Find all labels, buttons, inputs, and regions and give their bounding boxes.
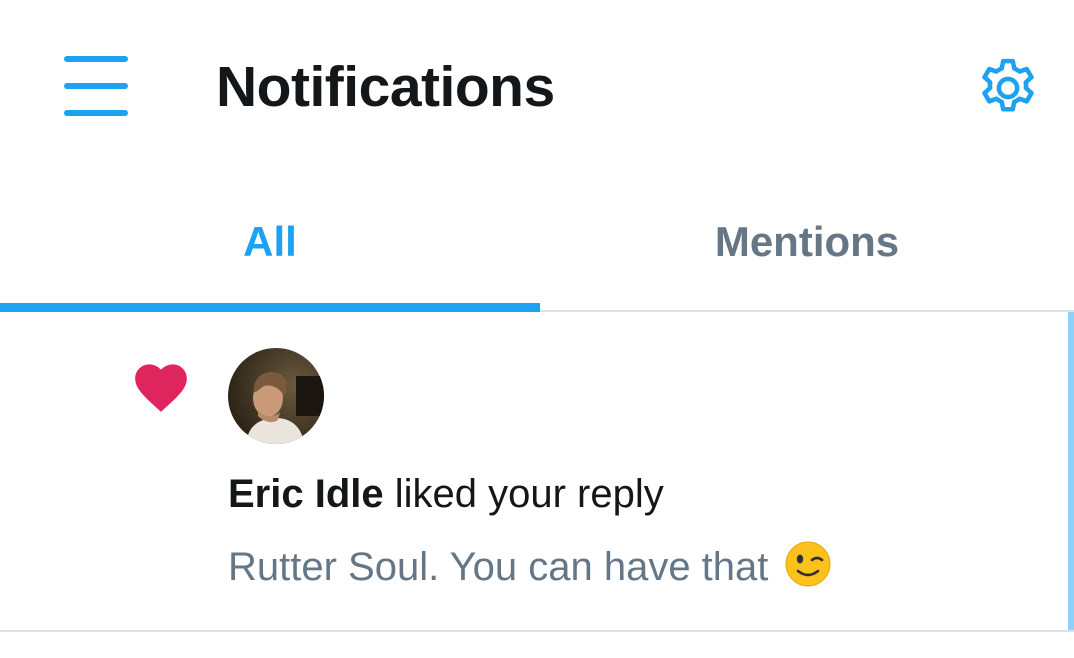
notification-item[interactable]: Eric Idle liked your reply Rutter Soul. … bbox=[0, 312, 1074, 632]
tab-all[interactable]: All bbox=[0, 176, 540, 312]
winking-face-emoji bbox=[785, 541, 831, 587]
settings-button[interactable] bbox=[962, 42, 1054, 134]
unread-indicator bbox=[1068, 312, 1074, 630]
notification-snippet-text: Rutter Soul. You can have that bbox=[228, 545, 769, 589]
notification-user-name[interactable]: Eric Idle bbox=[228, 472, 384, 516]
heart-icon bbox=[135, 364, 187, 412]
notification-tabs: All Mentions bbox=[0, 176, 1074, 312]
avatar-image bbox=[228, 348, 324, 444]
notification-action: liked your reply bbox=[394, 472, 664, 516]
notification-snippet: Rutter Soul. You can have that bbox=[228, 540, 832, 593]
tab-all-label: All bbox=[243, 218, 297, 265]
menu-button[interactable] bbox=[52, 42, 140, 130]
active-tab-indicator bbox=[0, 303, 540, 312]
tab-mentions-label: Mentions bbox=[714, 218, 900, 265]
gear-icon bbox=[982, 58, 1034, 112]
tab-mentions[interactable]: Mentions bbox=[540, 176, 1074, 310]
page-title: Notifications bbox=[216, 55, 555, 119]
app-header: Notifications bbox=[0, 0, 1074, 176]
hamburger-menu-icon bbox=[64, 56, 128, 116]
notification-text: Eric Idle liked your reply bbox=[228, 468, 664, 520]
avatar[interactable] bbox=[228, 348, 324, 444]
